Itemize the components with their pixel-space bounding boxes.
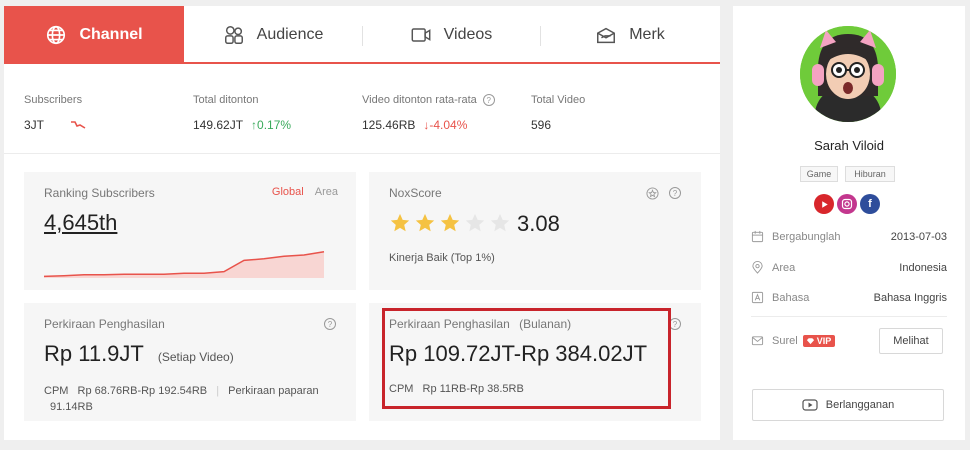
- trend-sparkline-icon: [71, 121, 86, 129]
- stat-total-videos: Total Video 596: [531, 94, 585, 132]
- info-value: Indonesia: [899, 261, 947, 274]
- globe-icon: [47, 25, 66, 45]
- tab-channel[interactable]: Channel: [4, 6, 184, 64]
- badge-icon[interactable]: [646, 187, 659, 200]
- audience-icon: [224, 26, 243, 44]
- info-label: Bergabunglah: [772, 230, 841, 243]
- language-icon: [751, 291, 764, 304]
- avatar[interactable]: [800, 26, 896, 122]
- stat-label: Subscribers: [24, 94, 83, 106]
- divider: [751, 316, 947, 317]
- tab-audience[interactable]: Audience: [184, 6, 362, 64]
- star-filled-icon: [440, 213, 460, 232]
- mail-icon: [751, 336, 764, 346]
- tab-videos[interactable]: Videos: [362, 6, 540, 64]
- view-email-button[interactable]: Melihat: [879, 328, 943, 354]
- up-arrow-icon: ↑0.17%: [251, 118, 292, 132]
- youtube-icon[interactable]: [814, 194, 834, 214]
- card-title: Ranking Subscribers: [44, 186, 155, 200]
- stat-change: 0.17%: [257, 118, 292, 132]
- location-pin-icon: [752, 261, 763, 274]
- tab-label: Videos: [443, 26, 493, 43]
- stat-value: 125.46RB: [362, 118, 416, 132]
- tab-label: Audience: [256, 26, 324, 43]
- profile-sidebar: Sarah Viloid Game Hiburan f Bergabunglah…: [733, 6, 965, 440]
- info-label: Area: [772, 261, 796, 274]
- cpm-value: Rp 68.76RB-Rp 192.54RB: [77, 385, 208, 397]
- channel-panel: Channel Audience Videos Merk Subscribers: [4, 6, 720, 440]
- exposure-value: 91.14RB: [50, 401, 93, 413]
- star-filled-icon: [415, 213, 435, 232]
- info-area: Area Indonesia: [751, 261, 947, 274]
- cpm-label: CPM: [44, 385, 69, 397]
- help-icon[interactable]: ?: [482, 94, 495, 106]
- info-value: 2013-07-03: [890, 230, 947, 243]
- help-icon[interactable]: ?: [324, 318, 336, 330]
- ranking-trend-chart: [44, 251, 325, 278]
- info-value: Bahasa Inggris: [873, 291, 947, 304]
- star-empty-icon: [465, 213, 485, 232]
- help-icon[interactable]: ?: [669, 187, 681, 199]
- stat-label: Video ditonton rata-rata: [362, 94, 477, 106]
- calendar-icon: [751, 230, 764, 243]
- tab-bar: Channel Audience Videos Merk: [4, 6, 720, 64]
- stat-value: 3JT: [24, 118, 45, 132]
- tab-merk[interactable]: Merk: [540, 6, 720, 64]
- stat-label: Total ditonton: [193, 94, 259, 106]
- stat-label: Total Video: [531, 94, 586, 106]
- facebook-icon[interactable]: f: [860, 194, 880, 214]
- card-title: Perkiraan Penghasilan: [44, 317, 165, 331]
- info-language: Bahasa Bahasa Inggris: [751, 291, 947, 304]
- star-filled-icon: [390, 213, 410, 232]
- down-arrow-icon: ↓-4.04%: [423, 118, 468, 132]
- filter-area[interactable]: Area: [315, 186, 338, 198]
- subscribe-label: Berlangganan: [825, 399, 895, 411]
- tab-label: Merk: [629, 26, 665, 43]
- video-camera-icon: [411, 28, 431, 42]
- star-rating: [389, 212, 514, 234]
- channel-name: Sarah Viloid: [814, 138, 884, 153]
- info-label: Surel: [772, 334, 798, 347]
- tag-game[interactable]: Game: [800, 166, 838, 182]
- instagram-icon[interactable]: [837, 194, 857, 214]
- stats-row: Subscribers 3JT Total ditonton 149.62JT …: [4, 66, 720, 154]
- filter-global[interactable]: Global: [272, 186, 304, 198]
- tag-hiburan[interactable]: Hiburan: [845, 166, 895, 182]
- earnings-per-video-card: Perkiraan Penghasilan ? Rp 11.9JT (Setia…: [24, 303, 356, 421]
- exposure-label: Perkiraan paparan: [228, 385, 319, 397]
- earnings-unit: (Setiap Video): [157, 350, 234, 364]
- info-joined: Bergabunglah 2013-07-03: [751, 230, 947, 243]
- card-title: NoxScore: [389, 186, 442, 200]
- stat-value: 596: [531, 118, 552, 132]
- subscribe-button[interactable]: Berlangganan: [752, 389, 944, 421]
- diamond-icon: [806, 337, 814, 344]
- stat-change: -4.04%: [429, 118, 468, 132]
- avatar-image: [800, 26, 896, 122]
- noxscore-subtitle: Kinerja Baik (Top 1%): [389, 252, 495, 264]
- info-label: Bahasa: [772, 291, 810, 304]
- stat-subscribers: Subscribers 3JT: [24, 94, 86, 132]
- play-icon: [802, 399, 818, 411]
- stat-value: 149.62JT: [193, 118, 244, 132]
- highlight-box: [382, 308, 671, 409]
- noxscore-card: NoxScore ? 3.08 Kinerja Baik (Top 1%): [369, 172, 701, 290]
- ranking-value: 4,645th: [44, 210, 118, 235]
- stat-avg-views: Video ditonton rata-rata? 125.46RB ↓-4.0…: [362, 94, 495, 132]
- brand-box-icon: [597, 27, 616, 44]
- star-empty-icon: [490, 213, 510, 232]
- tab-label: Channel: [79, 26, 143, 43]
- ranking-card: Ranking Subscribers Global Area 4,645th: [24, 172, 356, 290]
- vip-badge: VIP: [802, 334, 836, 347]
- earnings-value: Rp 11.9JT: [44, 341, 144, 366]
- noxscore-value: 3.08: [517, 211, 560, 236]
- stat-total-views: Total ditonton 149.62JT ↑0.17%: [193, 94, 291, 132]
